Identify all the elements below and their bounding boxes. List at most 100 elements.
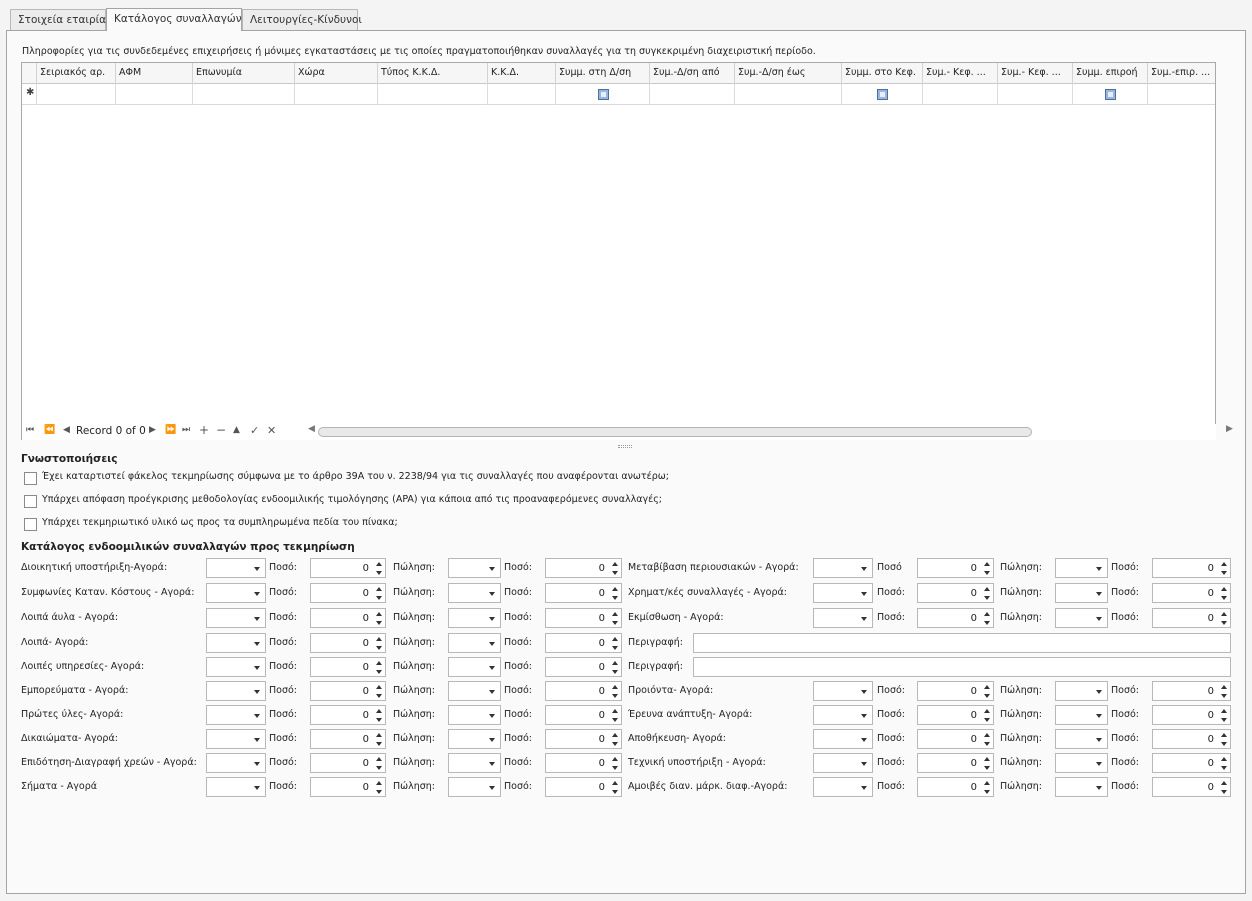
new-row-cell[interactable] <box>923 84 998 105</box>
prev-page-icon[interactable]: ⏪ <box>44 425 55 435</box>
spin-up-icon[interactable] <box>376 757 382 761</box>
purchase-combo[interactable] <box>813 558 873 578</box>
sale-amount-spin[interactable]: 0 <box>1152 681 1231 701</box>
spin-up-icon[interactable] <box>984 612 990 616</box>
spin-up-icon[interactable] <box>984 587 990 591</box>
new-row-cell[interactable] <box>378 84 488 105</box>
purchase-amount-spin[interactable]: 0 <box>917 753 994 773</box>
spin-up-icon[interactable] <box>612 709 618 713</box>
purchase-combo[interactable] <box>206 633 266 653</box>
spin-down-icon[interactable] <box>612 646 618 650</box>
purchase-combo[interactable] <box>813 753 873 773</box>
spin-up-icon[interactable] <box>376 685 382 689</box>
spin-up-icon[interactable] <box>1221 685 1227 689</box>
last-record-icon[interactable]: ⏭ <box>182 425 190 435</box>
chevron-down-icon[interactable] <box>861 592 867 596</box>
chevron-down-icon[interactable] <box>861 567 867 571</box>
spin-down-icon[interactable] <box>984 694 990 698</box>
spin-down-icon[interactable] <box>984 742 990 746</box>
spin-down-icon[interactable] <box>984 790 990 794</box>
purchase-amount-spin[interactable]: 0 <box>310 583 386 603</box>
sale-combo[interactable] <box>448 753 501 773</box>
spin-down-icon[interactable] <box>1221 766 1227 770</box>
horizontal-scrollbar[interactable] <box>318 427 1032 437</box>
sale-combo[interactable] <box>1055 753 1108 773</box>
purchase-amount-spin[interactable]: 0 <box>310 608 386 628</box>
spin-up-icon[interactable] <box>612 733 618 737</box>
spin-down-icon[interactable] <box>612 790 618 794</box>
column-header[interactable]: Συμ.-Δ/ση από <box>650 63 735 84</box>
purchase-amount-spin[interactable]: 0 <box>917 681 994 701</box>
chevron-down-icon[interactable] <box>254 642 260 646</box>
sale-combo[interactable] <box>448 705 501 725</box>
spin-up-icon[interactable] <box>376 637 382 641</box>
end-edit-icon[interactable]: ✓ <box>250 424 259 437</box>
chevron-down-icon[interactable] <box>861 762 867 766</box>
purchase-amount-spin[interactable]: 0 <box>310 753 386 773</box>
notice-checkbox[interactable] <box>24 495 37 508</box>
purchase-amount-spin[interactable]: 0 <box>917 608 994 628</box>
purchase-amount-spin[interactable]: 0 <box>310 633 386 653</box>
spin-down-icon[interactable] <box>376 646 382 650</box>
delete-record-icon[interactable]: − <box>216 423 226 437</box>
purchase-amount-spin[interactable]: 0 <box>310 681 386 701</box>
chevron-down-icon[interactable] <box>1096 738 1102 742</box>
column-header[interactable]: Τύπος Κ.Κ.Δ. <box>378 63 488 84</box>
spin-down-icon[interactable] <box>1221 742 1227 746</box>
sale-amount-spin[interactable]: 0 <box>1152 608 1231 628</box>
chevron-down-icon[interactable] <box>254 762 260 766</box>
spin-up-icon[interactable] <box>984 781 990 785</box>
spin-up-icon[interactable] <box>1221 709 1227 713</box>
chevron-down-icon[interactable] <box>861 738 867 742</box>
purchase-combo[interactable] <box>206 608 266 628</box>
chevron-down-icon[interactable] <box>489 690 495 694</box>
sale-amount-spin[interactable]: 0 <box>545 681 622 701</box>
spin-up-icon[interactable] <box>612 685 618 689</box>
sale-amount-spin[interactable]: 0 <box>545 633 622 653</box>
purchase-combo[interactable] <box>813 608 873 628</box>
purchase-amount-spin[interactable]: 0 <box>917 729 994 749</box>
spin-down-icon[interactable] <box>376 766 382 770</box>
spin-up-icon[interactable] <box>984 757 990 761</box>
chevron-down-icon[interactable] <box>254 666 260 670</box>
new-row-cell[interactable] <box>295 84 378 105</box>
spin-down-icon[interactable] <box>984 766 990 770</box>
scroll-left-icon[interactable]: ◀ <box>308 424 315 434</box>
spin-up-icon[interactable] <box>612 612 618 616</box>
first-record-icon[interactable]: ⏮ <box>26 425 34 435</box>
spin-down-icon[interactable] <box>612 621 618 625</box>
splitter-grip[interactable] <box>618 445 632 448</box>
sale-combo[interactable] <box>448 777 501 797</box>
spin-up-icon[interactable] <box>376 733 382 737</box>
chevron-down-icon[interactable] <box>861 714 867 718</box>
spin-down-icon[interactable] <box>376 694 382 698</box>
column-header[interactable]: Κ.Κ.Δ. <box>488 63 556 84</box>
spin-down-icon[interactable] <box>612 571 618 575</box>
purchase-amount-spin[interactable]: 0 <box>310 777 386 797</box>
purchase-combo[interactable] <box>206 729 266 749</box>
new-row-cell[interactable] <box>1073 84 1148 105</box>
chevron-down-icon[interactable] <box>1096 592 1102 596</box>
add-record-icon[interactable]: + <box>199 423 209 437</box>
purchase-combo[interactable] <box>206 681 266 701</box>
purchase-combo[interactable] <box>813 705 873 725</box>
cell-checkbox[interactable] <box>597 89 609 100</box>
spin-down-icon[interactable] <box>376 571 382 575</box>
sale-amount-spin[interactable]: 0 <box>545 657 622 677</box>
purchase-combo[interactable] <box>206 777 266 797</box>
new-row-cell[interactable] <box>650 84 735 105</box>
sale-combo[interactable] <box>1055 705 1108 725</box>
chevron-down-icon[interactable] <box>254 592 260 596</box>
sale-combo[interactable] <box>448 681 501 701</box>
chevron-down-icon[interactable] <box>1096 714 1102 718</box>
chevron-down-icon[interactable] <box>1096 617 1102 621</box>
scroll-right-icon[interactable]: ▶ <box>1226 424 1233 434</box>
sale-amount-spin[interactable]: 0 <box>545 729 622 749</box>
chevron-down-icon[interactable] <box>1096 762 1102 766</box>
spin-up-icon[interactable] <box>1221 562 1227 566</box>
chevron-down-icon[interactable] <box>861 786 867 790</box>
spin-down-icon[interactable] <box>612 694 618 698</box>
next-record-icon[interactable]: ▶ <box>149 425 156 435</box>
spin-up-icon[interactable] <box>612 781 618 785</box>
spin-up-icon[interactable] <box>984 733 990 737</box>
